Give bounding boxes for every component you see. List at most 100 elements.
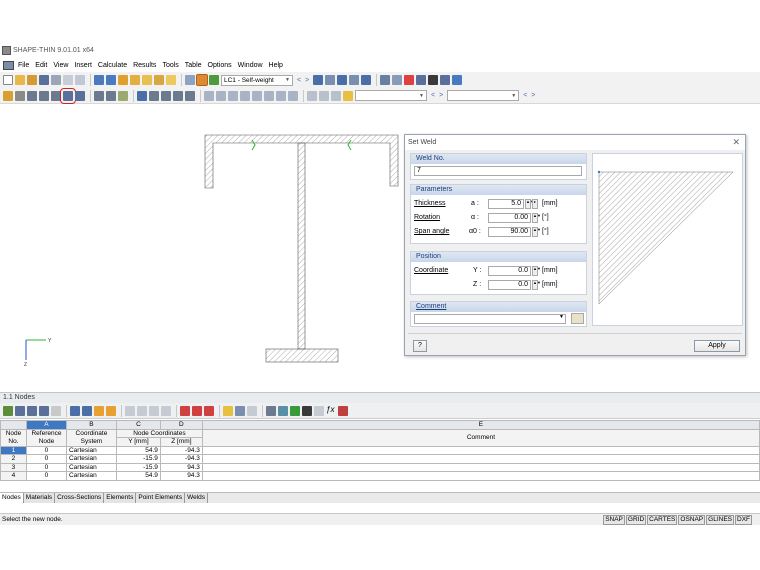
menu-file[interactable]: File xyxy=(18,62,29,69)
z-cell[interactable]: -94.3 xyxy=(159,445,203,455)
diagram-icon[interactable] xyxy=(349,75,360,85)
rotate-icon[interactable] xyxy=(149,90,159,101)
tab-point-elements[interactable]: Point Elements xyxy=(136,493,186,503)
corner-cell[interactable] xyxy=(0,420,27,430)
tab-nodes[interactable]: Nodes xyxy=(0,493,24,503)
rotation-spinner[interactable]: ▲▼ xyxy=(532,213,541,223)
document-window-icon[interactable] xyxy=(3,60,14,70)
copy-row-icon[interactable] xyxy=(137,405,147,416)
view-rotate-icon[interactable] xyxy=(252,90,262,101)
coordinate-y-spinner[interactable]: ▲▼ xyxy=(532,266,541,276)
table-color-icon[interactable] xyxy=(223,405,233,416)
coordinate-y-input[interactable]: 0.0 xyxy=(488,266,531,276)
bottom-flange[interactable] xyxy=(265,348,339,363)
coordinate-system-cell[interactable]: Cartesian xyxy=(65,445,117,455)
table-print-icon[interactable] xyxy=(266,405,276,416)
table-import-icon[interactable] xyxy=(278,405,288,416)
point-element-icon[interactable] xyxy=(51,90,61,101)
measure-icon[interactable] xyxy=(380,75,391,85)
undo-icon[interactable] xyxy=(94,75,104,85)
paste-row-icon[interactable] xyxy=(149,405,159,416)
menu-window[interactable]: Window xyxy=(238,62,263,69)
coordinate-system-cell[interactable]: Cartesian xyxy=(65,462,117,472)
menu-results[interactable]: Results xyxy=(133,62,156,69)
column-e-header[interactable]: E xyxy=(201,420,760,430)
row-number[interactable]: 1 xyxy=(0,445,27,455)
column-b-header[interactable]: B xyxy=(65,420,117,430)
formula-icon[interactable]: ƒx xyxy=(326,405,336,416)
next-icon[interactable]: > xyxy=(439,92,443,99)
formula-delete-icon[interactable] xyxy=(338,405,348,416)
report-icon[interactable] xyxy=(75,75,85,85)
next-icon[interactable]: > xyxy=(305,77,309,84)
comment-library-icon[interactable] xyxy=(571,313,584,324)
section-icon[interactable] xyxy=(416,75,427,85)
coordinate-z-spinner[interactable]: ▲▼ xyxy=(532,280,541,290)
table-row[interactable]: 1 0 Cartesian 54.9 -94.3 xyxy=(0,445,760,455)
panel-icon[interactable] xyxy=(196,74,208,86)
weld-no-input[interactable]: 7 xyxy=(414,166,582,176)
calculate-icon[interactable] xyxy=(142,75,152,85)
delete-row-icon[interactable] xyxy=(161,405,171,416)
apply-button[interactable]: Apply xyxy=(694,340,740,352)
table-column-icon[interactable] xyxy=(235,405,245,416)
row-number[interactable]: 4 xyxy=(0,471,27,481)
view-iso-icon[interactable] xyxy=(240,90,250,101)
view-icon[interactable] xyxy=(392,75,403,85)
values-icon[interactable] xyxy=(325,75,336,85)
help-button[interactable]: ? xyxy=(413,340,427,352)
next-icon[interactable]: > xyxy=(531,92,535,99)
snap-icon[interactable] xyxy=(319,90,329,101)
comment-cell[interactable] xyxy=(201,462,760,472)
reference-node-cell[interactable]: 0 xyxy=(25,454,67,464)
column-c-header[interactable]: C xyxy=(115,420,161,430)
thickness-input[interactable]: 5.0 xyxy=(488,199,524,209)
print-icon[interactable] xyxy=(51,75,61,85)
excel-icon[interactable] xyxy=(290,405,300,416)
load-case-select[interactable]: LC1 - Self-weight ▼ xyxy=(221,74,293,86)
coordinate-system-cell[interactable]: Cartesian xyxy=(65,471,117,481)
y-cell[interactable]: -15.9 xyxy=(115,454,161,464)
thickness-arrow-icon[interactable]: ▸ xyxy=(532,199,538,209)
table-row[interactable]: 2 0 Cartesian -15.9 -94.3 xyxy=(0,454,760,464)
stress-icon[interactable] xyxy=(404,75,415,85)
table-sort-icon[interactable] xyxy=(39,405,49,416)
menu-insert[interactable]: Insert xyxy=(74,62,92,69)
reference-node-cell[interactable]: 0 xyxy=(25,445,67,455)
redo-icon[interactable] xyxy=(106,75,116,85)
table-row[interactable]: 3 0 Cartesian -15.9 94.3 xyxy=(0,462,760,472)
view-side-icon[interactable] xyxy=(216,90,226,101)
menu-help[interactable]: Help xyxy=(269,62,283,69)
selection-combo[interactable]: ▼ xyxy=(355,90,427,101)
snap-toggle[interactable]: SNAP xyxy=(603,515,625,525)
table-row[interactable]: 4 0 Cartesian 54.9 94.3 xyxy=(0,471,760,481)
comment-input[interactable] xyxy=(414,314,566,324)
clear-icon[interactable] xyxy=(192,405,202,416)
coordinate-system-cell[interactable]: Cartesian xyxy=(65,454,117,464)
search-icon[interactable] xyxy=(130,75,140,85)
line-icon[interactable] xyxy=(15,90,25,101)
view-front-icon[interactable] xyxy=(228,90,238,101)
results-icon[interactable] xyxy=(154,75,164,85)
thickness-spinner[interactable]: ▲▼ xyxy=(525,199,534,209)
table-icon[interactable] xyxy=(185,75,195,85)
previous-icon[interactable]: < xyxy=(523,92,527,99)
table-view-icon[interactable] xyxy=(361,75,372,85)
z-cell[interactable]: -94.3 xyxy=(159,454,203,464)
align-icon[interactable] xyxy=(185,90,195,101)
previous-icon[interactable]: < xyxy=(297,77,301,84)
cartes-toggle[interactable]: CARTES xyxy=(647,515,678,525)
chevron-down-icon[interactable]: ▼ xyxy=(559,314,564,320)
print-graphic-icon[interactable] xyxy=(440,75,451,85)
tab-materials[interactable]: Materials xyxy=(23,493,56,503)
i-section-icon[interactable] xyxy=(75,90,85,101)
print-preview-icon[interactable] xyxy=(63,75,73,85)
view-zoom-icon[interactable] xyxy=(276,90,286,101)
table-graphic-icon[interactable] xyxy=(94,405,104,416)
result-values-icon[interactable] xyxy=(337,75,348,85)
osnap-toggle[interactable]: OSNAP xyxy=(678,515,706,525)
table-jump-icon[interactable] xyxy=(106,405,116,416)
rotation-input[interactable]: 0.00 xyxy=(488,213,531,223)
menu-table[interactable]: Table xyxy=(185,62,202,69)
previous-icon[interactable]: < xyxy=(431,92,435,99)
